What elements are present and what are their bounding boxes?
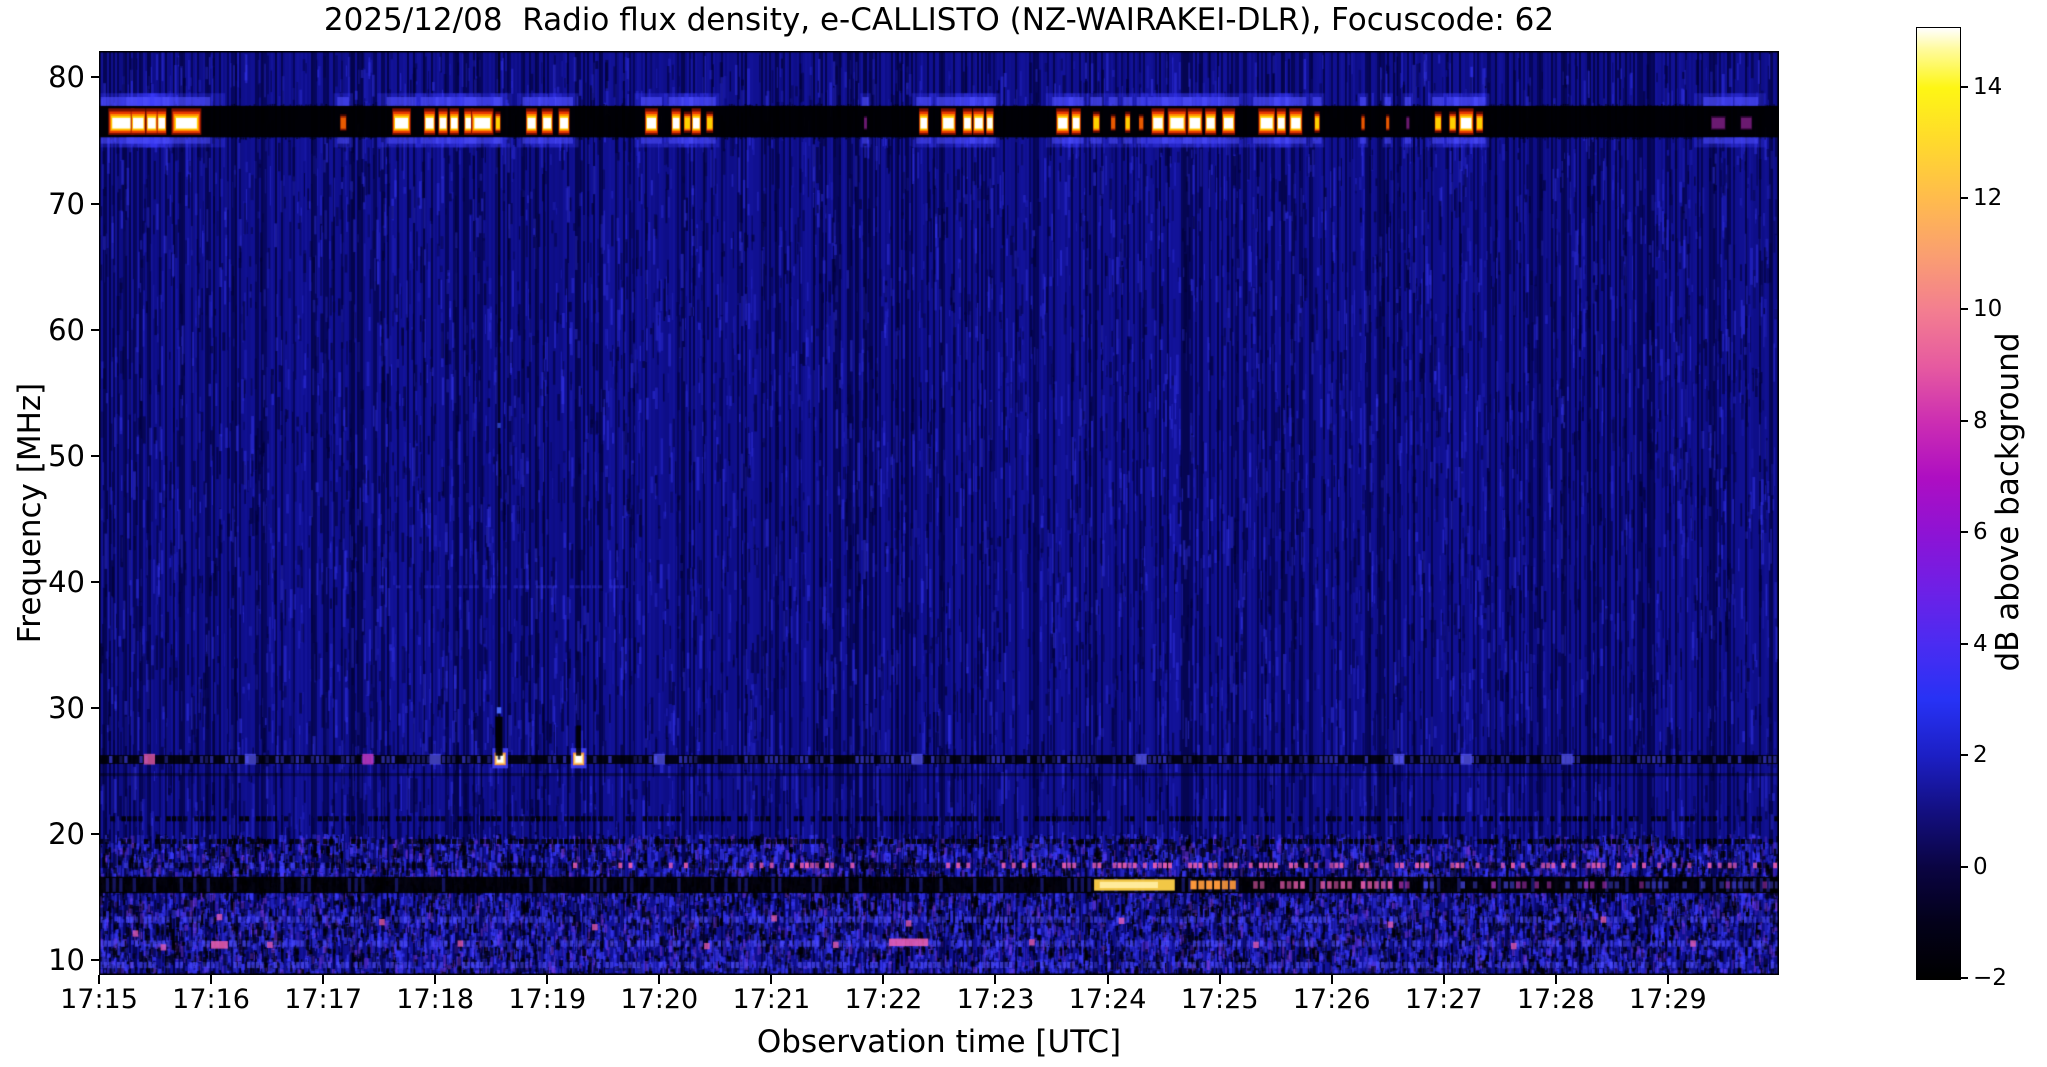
x-tick-label: 17:16 [172, 984, 250, 1015]
x-tick-mark [770, 975, 773, 984]
x-tick-label: 17:27 [1404, 984, 1483, 1015]
x-tick-label: 17:22 [844, 984, 923, 1015]
y-tick-mark [91, 76, 99, 79]
colorbar-tick-mark [1961, 642, 1968, 645]
colorbar-tick-label: 6 [1973, 519, 1988, 546]
x-tick-label: 17:28 [1516, 984, 1595, 1015]
colorbar-tick-mark [1961, 754, 1968, 757]
x-tick-label: 17:18 [396, 984, 475, 1015]
x-tick-mark [546, 975, 549, 984]
x-tick-mark [98, 975, 100, 984]
colorbar-tick-label: 2 [1973, 742, 1988, 769]
colorbar-tick-label: 4 [1973, 630, 1988, 657]
y-tick-mark [91, 580, 99, 583]
x-tick-mark [882, 975, 885, 984]
colorbar-tick-label: 12 [1973, 185, 2003, 212]
x-tick-label: 17:17 [284, 984, 363, 1015]
x-tick-label: 17:29 [1628, 984, 1707, 1015]
colorbar-tick-mark [1961, 197, 1968, 200]
colorbar-tick-mark [1961, 419, 1968, 422]
y-tick-label: 40 [48, 564, 85, 599]
y-tick-label: 60 [48, 312, 85, 347]
x-tick-label: 17:19 [508, 984, 587, 1015]
x-tick-mark [1218, 975, 1221, 984]
x-tick-mark [1554, 975, 1557, 984]
y-tick-label: 80 [48, 60, 85, 95]
colorbar [1916, 27, 1961, 980]
colorbar-tick-label: 0 [1973, 853, 1988, 880]
x-tick-mark [210, 975, 213, 984]
x-tick-mark [1106, 975, 1109, 984]
y-axis-label: Frequency [MHz] [12, 382, 48, 644]
colorbar-tick-mark [1961, 977, 1968, 979]
y-tick-mark [91, 958, 99, 961]
x-tick-mark [994, 975, 997, 984]
y-tick-label: 70 [48, 186, 85, 221]
x-tick-mark [1666, 975, 1669, 984]
y-tick-label: 30 [48, 690, 85, 725]
y-tick-mark [91, 328, 99, 331]
colorbar-label: dB above background [1990, 332, 2026, 672]
x-tick-label: 17:26 [1292, 984, 1371, 1015]
y-tick-mark [91, 454, 99, 457]
colorbar-tick-label: −2 [1973, 965, 2007, 991]
colorbar-tick-mark [1961, 865, 1968, 868]
x-tick-mark [434, 975, 437, 984]
figure: 2025/12/08 Radio flux density, e-CALLIST… [0, 0, 2047, 1067]
x-tick-label: 17:25 [1180, 984, 1259, 1015]
x-tick-mark [1442, 975, 1445, 984]
y-tick-label: 10 [48, 942, 85, 977]
x-tick-label: 17:15 [60, 984, 138, 1015]
colorbar-tick-mark [1961, 308, 1968, 311]
y-tick-mark [91, 706, 99, 709]
x-tick-label: 17:20 [620, 984, 699, 1015]
x-tick-mark [658, 975, 661, 984]
colorbar-tick-label: 14 [1973, 73, 2003, 100]
x-axis-label: Observation time [UTC] [756, 1024, 1122, 1060]
y-tick-mark [91, 832, 99, 835]
x-tick-mark [1330, 975, 1333, 984]
spectrogram-canvas [99, 51, 1779, 975]
chart-title: 2025/12/08 Radio flux density, e-CALLIST… [323, 2, 1555, 38]
x-tick-label: 17:21 [732, 984, 811, 1015]
colorbar-tick-mark [1961, 531, 1968, 534]
colorbar-tick-mark [1961, 85, 1968, 88]
y-tick-label: 50 [48, 438, 85, 473]
colorbar-tick-label: 8 [1973, 407, 1988, 434]
x-tick-label: 17:24 [1068, 984, 1147, 1015]
y-tick-label: 20 [48, 816, 85, 851]
colorbar-tick-label: 10 [1973, 296, 2003, 323]
x-tick-label: 17:23 [956, 984, 1035, 1015]
x-tick-mark [322, 975, 325, 984]
y-tick-mark [91, 202, 99, 205]
